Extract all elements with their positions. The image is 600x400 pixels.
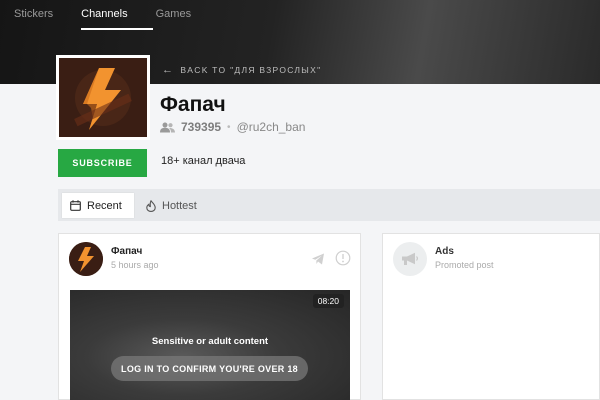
tab-recent[interactable]: Recent (62, 193, 134, 218)
nav-tab-channels[interactable]: Channels (81, 0, 154, 30)
post-card: Фапач 5 hours ago 08:20 Sensitive or adu… (58, 233, 361, 400)
post-time: 5 hours ago (111, 260, 159, 270)
login-confirm-age-button[interactable]: LOG IN TO CONFIRM YOU'RE OVER 18 (111, 356, 308, 381)
tab-hottest[interactable]: Hottest (146, 193, 197, 218)
channel-description: 18+ канал двача (161, 155, 246, 167)
calendar-icon (70, 200, 81, 211)
flame-icon (146, 199, 156, 212)
back-link-label: BACK TO "ДЛЯ ВЗРОСЛЫХ" (180, 65, 322, 75)
people-icon (160, 122, 175, 132)
post-author[interactable]: Фапач (111, 246, 142, 257)
telegram-icon[interactable] (311, 252, 325, 266)
tab-recent-label: Recent (87, 199, 122, 212)
channel-handle[interactable]: @ru2ch_ban (237, 120, 306, 134)
channel-title: Фапач (160, 93, 226, 116)
video-duration: 08:20 (312, 294, 344, 308)
post-avatar-logo (69, 242, 103, 276)
subscriber-count: 739395 (181, 120, 222, 134)
feed-tabs: Recent Hottest (58, 189, 600, 221)
tab-hottest-label: Hottest (162, 199, 197, 212)
subscribe-button[interactable]: SUBSCRIBE (58, 149, 147, 177)
ads-card: Ads Promoted post (382, 233, 600, 400)
post-media[interactable]: 08:20 Sensitive or adult content LOG IN … (70, 290, 350, 400)
back-link[interactable]: ← BACK TO "ДЛЯ ВЗРОСЛЫХ" (162, 64, 321, 76)
megaphone-icon (402, 252, 418, 265)
nav-tab-games[interactable]: Games (156, 0, 205, 30)
channel-logo (59, 58, 147, 137)
meta-separator: • (227, 121, 231, 133)
top-nav: Stickers Channels Games (14, 0, 219, 30)
ads-avatar (393, 242, 427, 276)
ads-subtitle: Promoted post (435, 260, 494, 270)
nav-tab-stickers[interactable]: Stickers (14, 0, 67, 30)
info-icon[interactable] (335, 250, 351, 266)
ads-title: Ads (435, 246, 454, 257)
post-avatar (69, 242, 103, 276)
channel-meta: 739395 • @ru2ch_ban (160, 120, 305, 134)
arrow-left-icon: ← (162, 64, 175, 76)
sensitive-content-label: Sensitive or adult content (151, 336, 269, 347)
channel-avatar (56, 55, 150, 140)
